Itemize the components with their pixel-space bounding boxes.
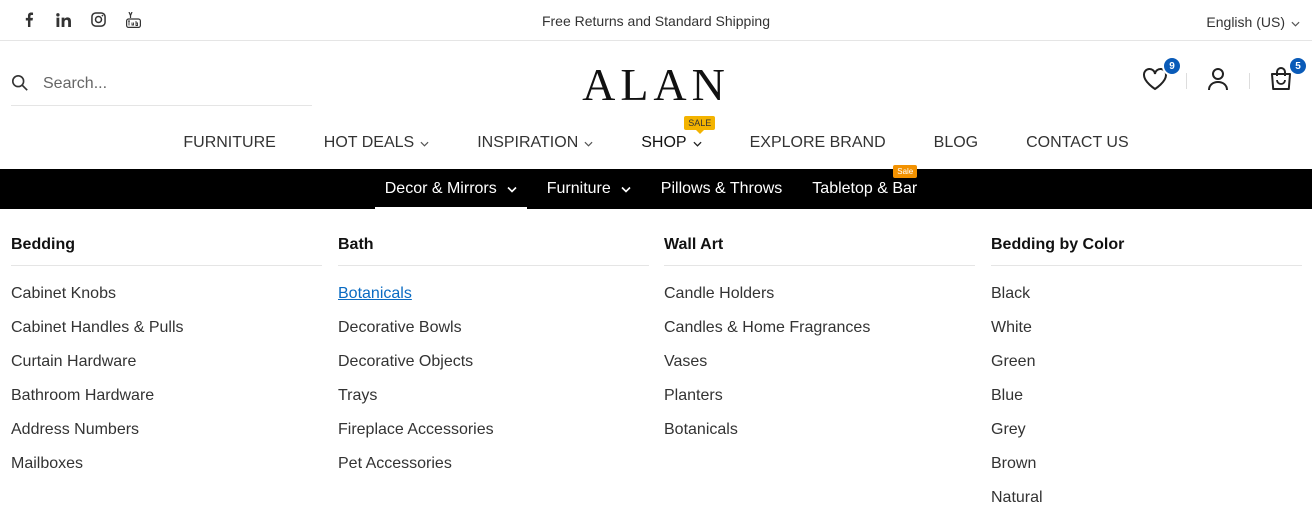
menu-link-hovered[interactable]: Botanicals [338, 285, 649, 319]
category-bar: Decor & Mirrors Furniture Pillows & Thro… [0, 165, 1312, 209]
nav-item-explore-brand[interactable]: EXPLORE BRAND [750, 134, 886, 152]
chevron-down-icon [693, 134, 702, 152]
sale-badge: SALE [684, 116, 716, 134]
category-furniture[interactable]: Furniture [537, 169, 641, 209]
column-heading: Bath [338, 236, 649, 266]
mega-column-bedding: Bedding Cabinet Knobs Cabinet Handles & … [11, 236, 322, 489]
menu-link[interactable]: Mailboxes [11, 455, 322, 489]
category-tabletop-bar[interactable]: Sale Tabletop & Bar [802, 165, 927, 209]
account-button[interactable] [1203, 66, 1233, 96]
nav-label: HOT DEALS [323, 134, 415, 151]
menu-link[interactable]: Cabinet Knobs [11, 285, 322, 319]
menu-link[interactable]: Vases [664, 353, 975, 387]
category-label: Furniture [546, 180, 611, 197]
menu-link[interactable]: Candle Holders [664, 285, 975, 319]
category-decor-mirrors[interactable]: Decor & Mirrors [374, 169, 527, 209]
nav-label: SHOP [641, 134, 687, 151]
nav-item-hot-deals[interactable]: HOT DEALS [324, 134, 429, 152]
category-label: Pillows & Throws [660, 180, 783, 197]
menu-link[interactable]: Candles & Home Fragrances [664, 319, 975, 353]
announcement-text: Free Returns and Standard Shipping [541, 13, 771, 29]
nav-label: EXPLORE BRAND [749, 134, 886, 151]
menu-link[interactable]: Grey [991, 421, 1302, 455]
nav-item-blog[interactable]: BLOG [934, 134, 978, 152]
language-selector[interactable]: English (US) [1206, 14, 1300, 30]
chevron-down-icon [584, 134, 593, 152]
chevron-down-icon [621, 180, 631, 198]
category-label: Decor & Mirrors [384, 180, 497, 197]
menu-link[interactable]: Bathroom Hardware [11, 387, 322, 421]
mega-column-wall-art: Wall Art Candle Holders Candles & Home F… [664, 236, 975, 455]
menu-link[interactable]: Cabinet Handles & Pulls [11, 319, 322, 353]
menu-link[interactable]: Decorative Bowls [338, 319, 649, 353]
column-heading: Bedding [11, 236, 322, 266]
sale-badge: Sale [893, 165, 918, 178]
nav-label: INSPIRATION [477, 134, 579, 151]
menu-link[interactable]: Pet Accessories [338, 455, 649, 489]
column-heading: Wall Art [664, 236, 975, 266]
mega-column-bedding-by-color: Bedding by Color Black White Green Blue … [991, 236, 1302, 523]
top-bar: Free Returns and Standard Shipping Engli… [0, 0, 1312, 41]
cart-button[interactable]: 5 [1266, 56, 1308, 96]
menu-link[interactable]: Brown [991, 455, 1302, 489]
nav-label: FURNITURE [183, 134, 276, 151]
mega-column-bath: Bath Botanicals Decorative Bowls Decorat… [338, 236, 649, 489]
chevron-down-icon [420, 134, 429, 152]
nav-item-shop[interactable]: SALE SHOP [641, 116, 716, 152]
menu-link[interactable]: Black [991, 285, 1302, 319]
menu-link[interactable]: White [991, 319, 1302, 353]
menu-link[interactable]: Botanicals [664, 421, 975, 455]
language-label: English (US) [1206, 14, 1285, 30]
category-label: Tabletop & Bar [812, 180, 918, 197]
site-logo[interactable]: ALAN [0, 58, 1312, 111]
menu-link[interactable]: Blue [991, 387, 1302, 421]
wishlist-count-badge: 9 [1162, 56, 1182, 76]
menu-link[interactable]: Fireplace Accessories [338, 421, 649, 455]
menu-link[interactable]: Green [991, 353, 1302, 387]
menu-link[interactable]: Trays [338, 387, 649, 421]
column-heading: Bedding by Color [991, 236, 1302, 266]
chevron-down-icon [1291, 14, 1300, 30]
user-icon [1207, 67, 1229, 96]
divider [1249, 73, 1250, 89]
wishlist-button[interactable]: 9 [1140, 56, 1182, 96]
nav-item-furniture[interactable]: FURNITURE [183, 134, 275, 152]
menu-link[interactable]: Natural [991, 489, 1302, 523]
category-pillows-throws[interactable]: Pillows & Throws [651, 169, 793, 209]
chevron-down-icon [507, 180, 517, 198]
menu-link[interactable]: Curtain Hardware [11, 353, 322, 387]
menu-link[interactable]: Address Numbers [11, 421, 322, 455]
header-actions: 9 5 [1140, 56, 1308, 96]
mega-menu: Bedding Cabinet Knobs Cabinet Handles & … [0, 209, 1312, 520]
main-navigation: FURNITURE HOT DEALS INSPIRATION SALE SHO… [0, 116, 1312, 152]
menu-link[interactable]: Planters [664, 387, 975, 421]
nav-item-inspiration[interactable]: INSPIRATION [477, 134, 593, 152]
nav-label: CONTACT US [1026, 134, 1129, 151]
menu-link[interactable]: Decorative Objects [338, 353, 649, 387]
cart-count-badge: 5 [1288, 56, 1308, 76]
nav-label: BLOG [933, 134, 979, 151]
nav-item-contact-us[interactable]: CONTACT US [1026, 134, 1129, 152]
divider [1186, 73, 1187, 89]
